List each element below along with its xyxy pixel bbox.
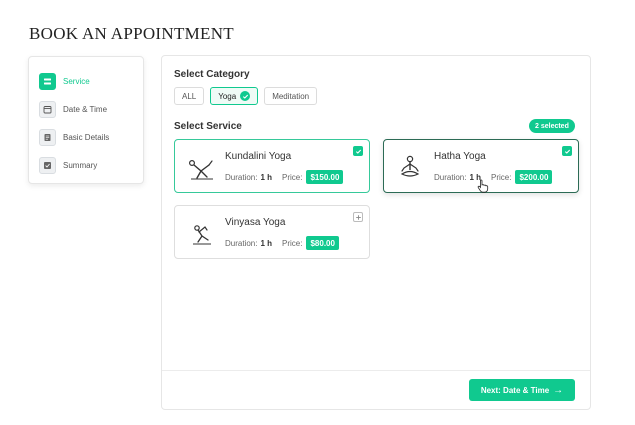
- service-card-kundalini[interactable]: Kundalini Yoga Duration: 1 h Price: $150…: [174, 139, 370, 193]
- meditation-pose-icon: [394, 151, 426, 183]
- steps-sidebar: Service Date & Time Basic Details Summar…: [28, 56, 144, 184]
- check-icon[interactable]: [562, 146, 572, 156]
- category-chips: ALL Yoga Meditation: [174, 87, 323, 105]
- service-meta: Duration: 1 h Price: $150.00: [225, 170, 344, 184]
- step-service[interactable]: Service: [39, 67, 143, 95]
- category-title: Select Category: [174, 69, 250, 80]
- calendar-icon: [39, 100, 56, 118]
- price-label: Price:: [491, 172, 512, 182]
- service-name: Vinyasa Yoga: [225, 217, 286, 228]
- step-date-time[interactable]: Date & Time: [39, 95, 143, 123]
- check-icon: [240, 91, 251, 101]
- yoga-stretch-icon: [185, 217, 217, 249]
- chip-label: Meditation: [272, 91, 310, 101]
- step-basic-details[interactable]: Basic Details: [39, 123, 143, 151]
- list-icon: [39, 72, 56, 90]
- main-panel: Select Category ALL Yoga Meditation Sele…: [161, 55, 591, 410]
- step-label: Summary: [63, 160, 98, 170]
- duration-label: Duration:: [434, 172, 467, 182]
- chip-label: ALL: [182, 91, 197, 101]
- yoga-pose-icon: [185, 151, 217, 183]
- footer-divider: [162, 370, 590, 371]
- step-label: Date & Time: [63, 104, 108, 114]
- next-button-label: Next: Date & Time: [480, 385, 550, 395]
- service-meta: Duration: 1 h Price: $200.00: [434, 170, 553, 184]
- step-summary[interactable]: Summary: [39, 151, 143, 179]
- service-name: Kundalini Yoga: [225, 151, 292, 162]
- price-value: $150.00: [306, 170, 344, 184]
- service-card-vinyasa[interactable]: Vinyasa Yoga Duration: 1 h Price: $80.00: [174, 205, 370, 259]
- price-value: $200.00: [515, 170, 553, 184]
- document-icon: [39, 128, 56, 146]
- hand-cursor-icon: [477, 179, 489, 193]
- arrow-right-icon: →: [553, 384, 564, 396]
- step-label: Basic Details: [63, 132, 110, 142]
- chip-label: Yoga: [218, 91, 237, 101]
- checklist-icon: [39, 156, 56, 174]
- duration-label: Duration:: [225, 172, 258, 182]
- page-title: BOOK AN APPOINTMENT: [29, 24, 234, 43]
- service-title: Select Service: [174, 121, 242, 132]
- chip-all[interactable]: ALL: [174, 87, 205, 105]
- price-value: $80.00: [306, 236, 339, 250]
- plus-icon[interactable]: [353, 212, 363, 222]
- price-label: Price:: [282, 172, 303, 182]
- duration-label: Duration:: [225, 238, 258, 248]
- duration-value: 1 h: [260, 172, 273, 182]
- check-icon[interactable]: [353, 146, 363, 156]
- chip-meditation[interactable]: Meditation: [264, 87, 318, 105]
- chip-yoga[interactable]: Yoga: [210, 87, 259, 105]
- next-date-time-button[interactable]: Next: Date & Time →: [469, 379, 575, 401]
- service-meta: Duration: 1 h Price: $80.00: [225, 236, 339, 250]
- duration-value: 1 h: [260, 238, 273, 248]
- price-label: Price:: [282, 238, 303, 248]
- selected-count-badge: 2 selected: [529, 119, 575, 133]
- service-name: Hatha Yoga: [434, 151, 486, 162]
- step-label: Service: [63, 76, 90, 86]
